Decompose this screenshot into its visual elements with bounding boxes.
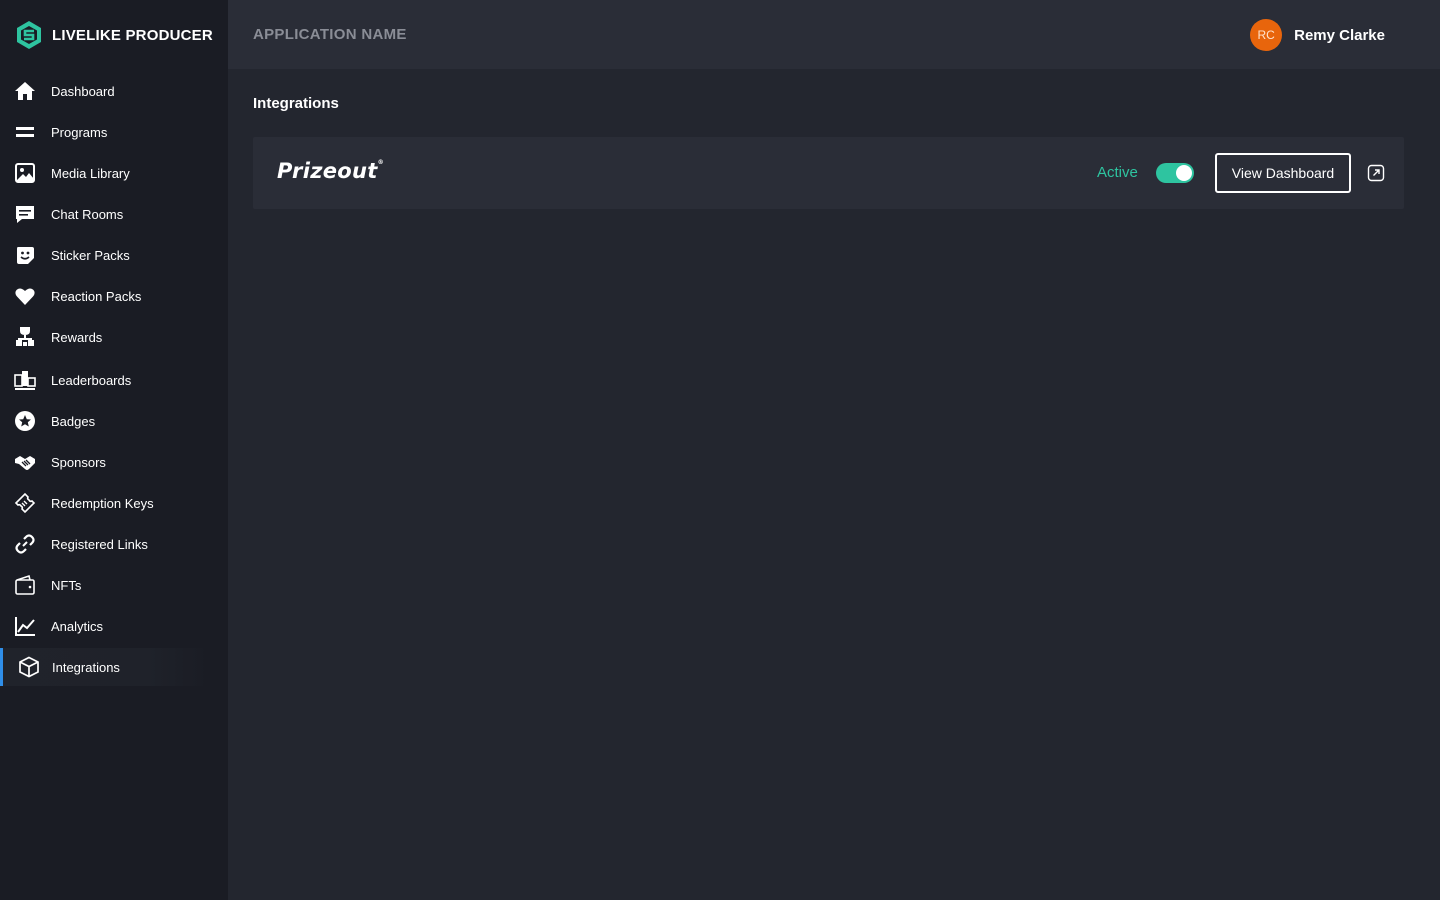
badge-icon [14,410,36,432]
sidebar-item-integrations[interactable]: Integrations [0,648,210,686]
sidebar-item-nfts[interactable]: NFTs [0,566,210,604]
sidebar-item-reaction-packs[interactable]: Reaction Packs [0,277,210,315]
top-bar: APPLICATION NAME RC Remy Clarke [228,0,1440,69]
link-icon [14,533,36,555]
sidebar-item-label: Leaderboards [51,372,132,388]
application-name: APPLICATION NAME [253,26,407,43]
sidebar-item-dashboard[interactable]: Dashboard [0,72,210,110]
status-label: Active [1097,164,1138,181]
image-icon [14,162,36,184]
sidebar-item-label: Dashboard [51,83,115,99]
brand[interactable]: LIVELIKE PRODUCER [14,19,213,51]
sidebar-item-badges[interactable]: Badges [0,402,210,440]
integration-card: Prizeout® Active View Dashboard [253,137,1404,209]
sidebar-item-label: Media Library [51,165,130,181]
sidebar-item-label: Analytics [51,618,104,634]
integration-toggle[interactable] [1156,163,1194,183]
sidebar-item-label: Programs [51,124,108,140]
page-title: Integrations [253,95,339,112]
toggle-knob [1176,165,1192,181]
sidebar-item-sticker-packs[interactable]: Sticker Packs [0,236,210,274]
wallet-icon [14,574,36,596]
sidebar-item-redemption-keys[interactable]: Redemption Keys [0,484,210,522]
prizeout-logo: Prizeout® [277,159,384,183]
trademark-mark: ® [377,159,384,166]
external-link-icon[interactable] [1367,164,1385,182]
sidebar-item-leaderboards[interactable]: Leaderboards [0,361,210,399]
avatar: RC [1250,19,1283,51]
user-name: Remy Clarke [1294,26,1385,44]
chart-line-icon [14,615,36,637]
sidebar-item-label: Integrations [52,659,120,675]
chat-icon [14,203,36,225]
heart-icon [14,285,36,307]
sticker-icon [14,244,36,266]
home-icon [14,80,36,102]
leaderboard-icon [14,369,36,391]
sidebar-item-sponsors[interactable]: Sponsors [0,443,210,481]
user-menu[interactable]: RC Remy Clarke [1250,19,1385,51]
sidebar-item-registered-links[interactable]: Registered Links [0,525,210,563]
rewards-icon [14,326,36,348]
sidebar-item-label: NFTs [51,577,82,593]
sidebar-item-label: Redemption Keys [51,495,154,511]
handshake-icon [14,451,36,473]
sidebar-item-label: Badges [51,413,96,429]
sidebar-item-label: Sticker Packs [51,247,130,263]
sidebar-item-chat-rooms[interactable]: Chat Rooms [0,195,210,233]
programs-icon [14,121,36,143]
sidebar-item-rewards[interactable]: Rewards [0,318,210,356]
cube-icon [18,656,40,678]
brand-name: LIVELIKE PRODUCER [52,26,213,44]
sidebar-item-label: Reaction Packs [51,288,142,304]
sidebar: LIVELIKE PRODUCER Dashboard Programs Med… [0,0,228,900]
sidebar-item-media-library[interactable]: Media Library [0,154,210,192]
ticket-icon [14,492,36,514]
integration-name: Prizeout [277,159,378,183]
sidebar-item-label: Sponsors [51,454,106,470]
view-dashboard-button[interactable]: View Dashboard [1215,153,1351,193]
sidebar-item-label: Registered Links [51,536,148,552]
sidebar-item-label: Rewards [51,329,103,345]
sidebar-item-programs[interactable]: Programs [0,113,210,151]
sidebar-item-label: Chat Rooms [51,206,124,222]
livelike-logo-icon [17,21,41,49]
sidebar-item-analytics[interactable]: Analytics [0,607,210,645]
